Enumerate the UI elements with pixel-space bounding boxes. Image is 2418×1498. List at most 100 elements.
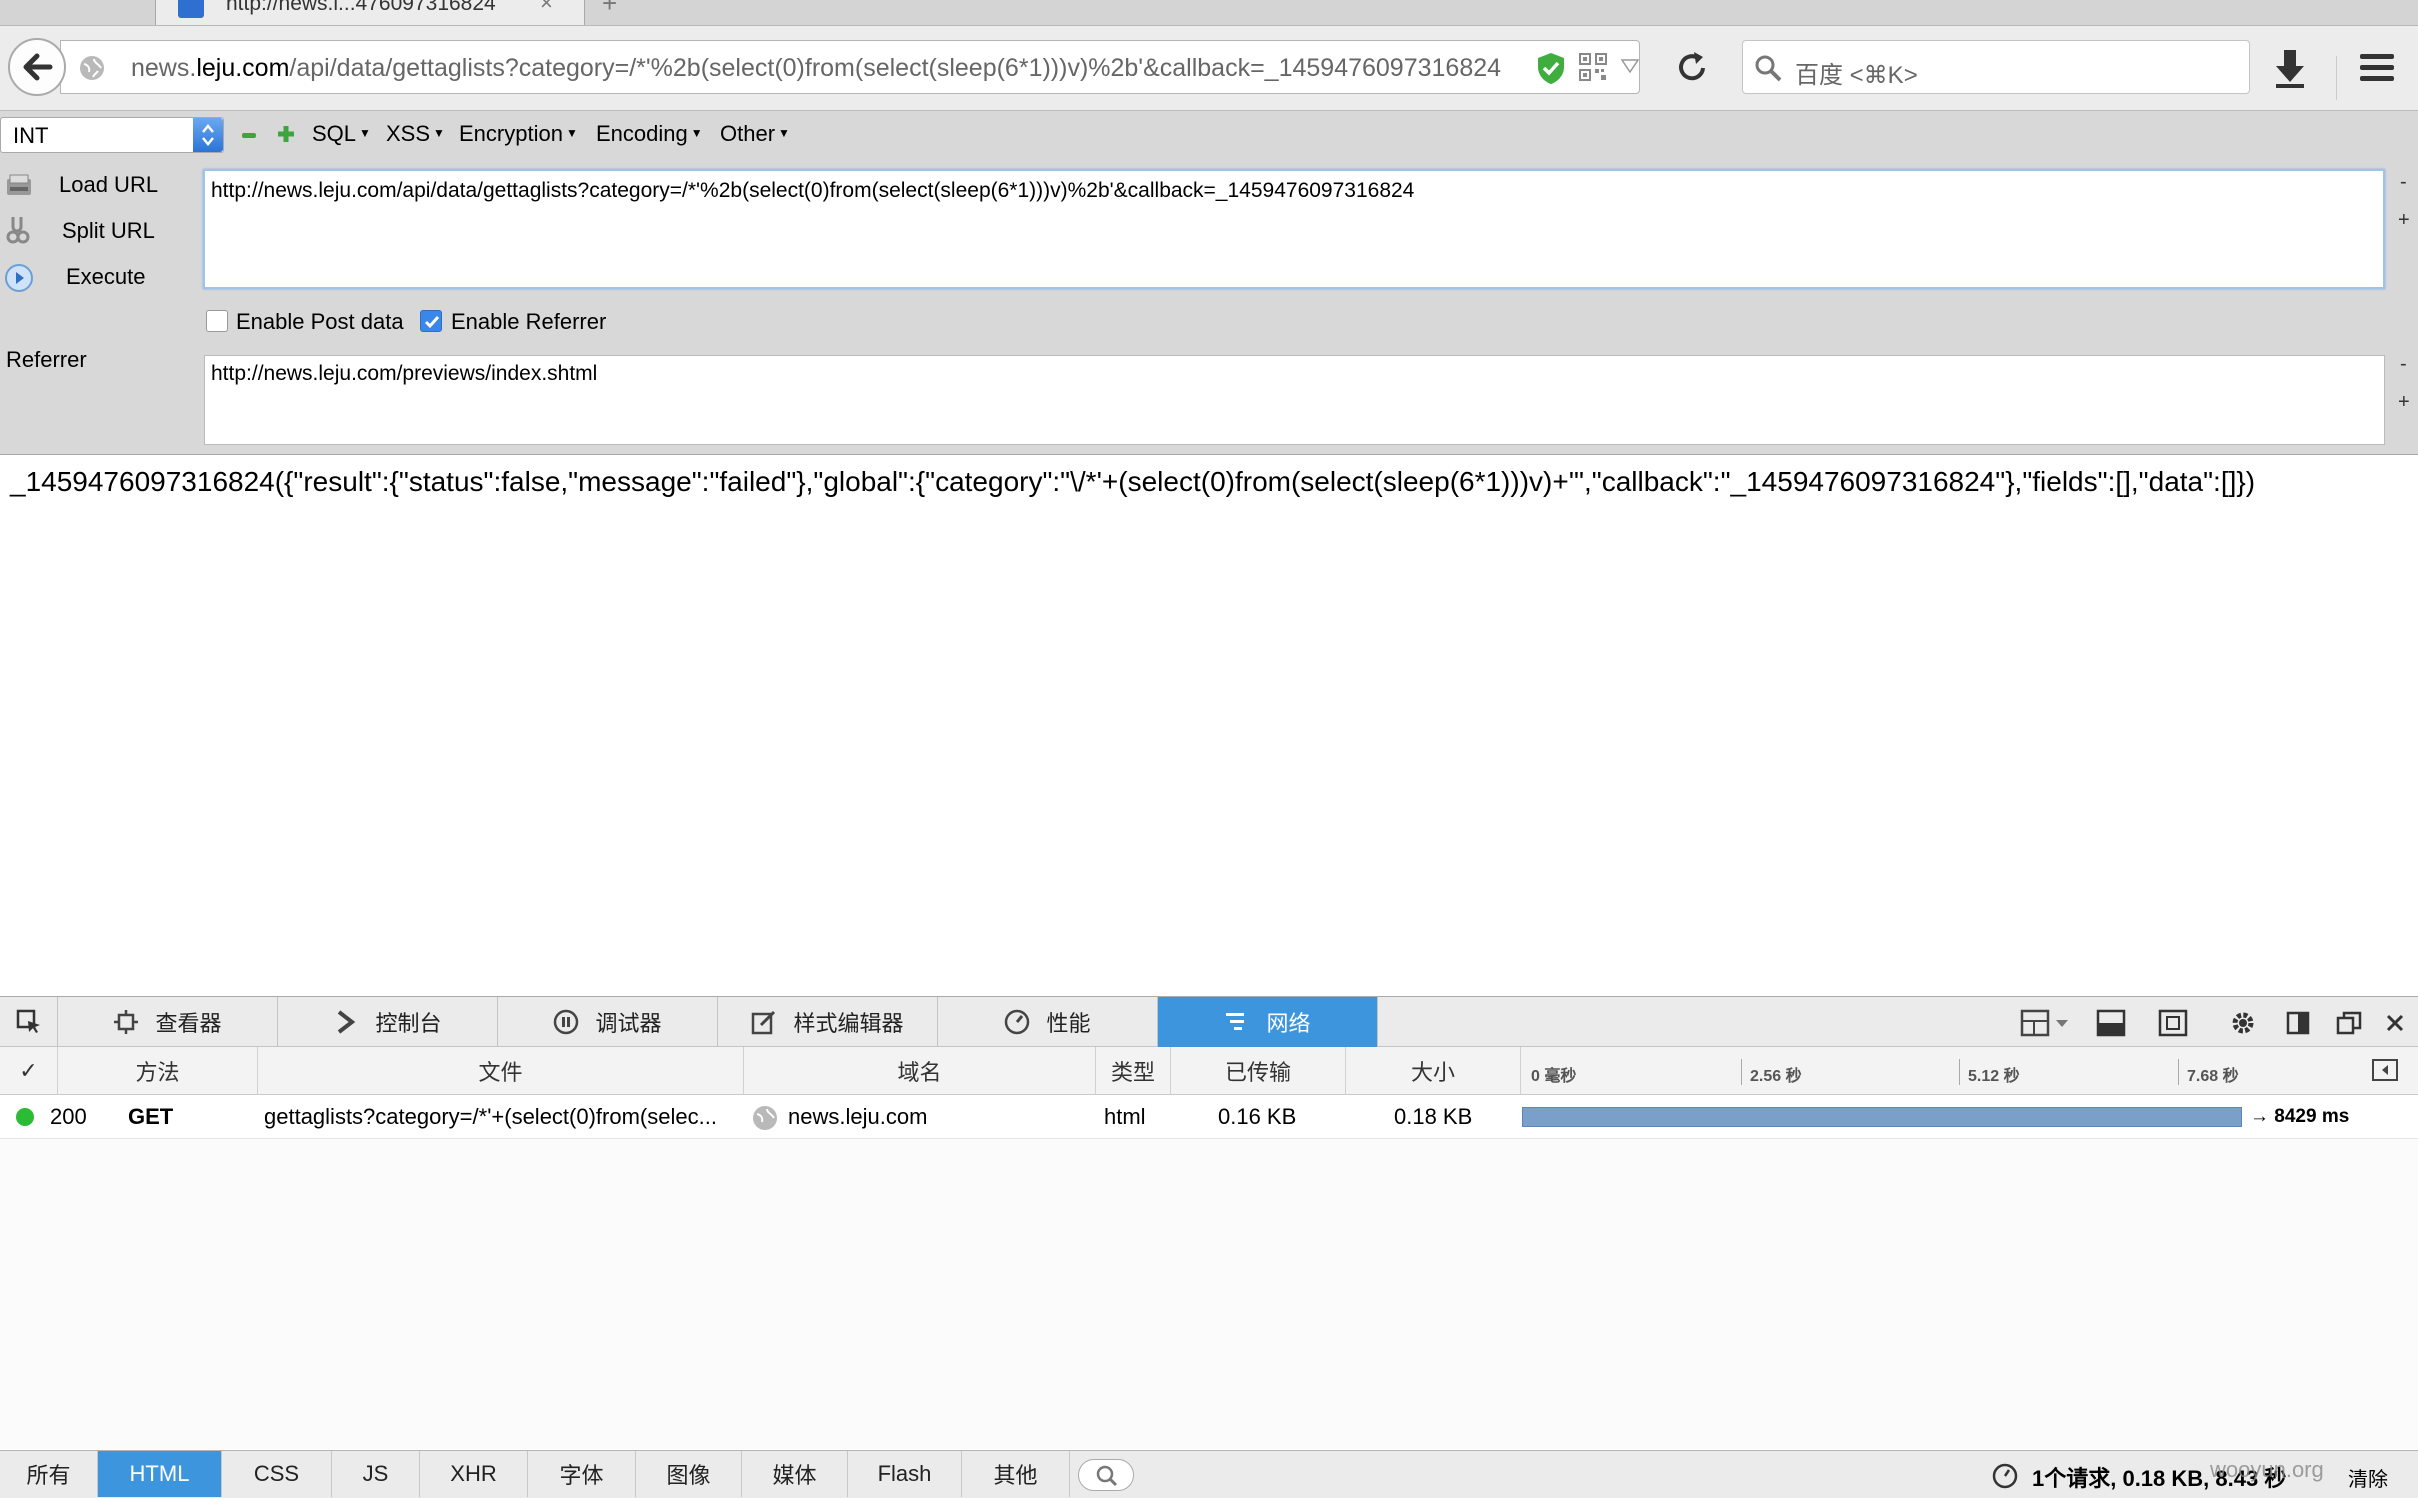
timeline-tick-3: 7.68 秒 [2187, 1068, 2239, 1085]
menu-sql[interactable]: SQL ▼ [312, 121, 371, 147]
devtools-toolbar: 查看器 控制台 调试器 样式编辑器 性能 网络 [0, 996, 2418, 1047]
element-picker-button[interactable] [0, 997, 58, 1047]
checkmark-icon [424, 316, 440, 329]
settings-gear-icon[interactable] [2228, 1009, 2258, 1037]
stopwatch-icon [1992, 1463, 2018, 1489]
column-status[interactable]: ✓ [0, 1047, 58, 1095]
tab-favicon-icon [178, 0, 204, 18]
tab-style-editor[interactable]: 样式编辑器 [718, 997, 938, 1047]
qr-code-icon[interactable] [1579, 53, 1607, 81]
split-console-icon[interactable] [2096, 1009, 2126, 1037]
clear-button[interactable]: 清除 [2348, 1463, 2388, 1492]
load-url-icon [7, 174, 31, 195]
execute-button[interactable]: Execute [66, 264, 146, 290]
referrer-textarea[interactable]: http://news.leju.com/previews/index.shtm… [204, 355, 2385, 445]
column-method[interactable]: 方法 [58, 1047, 258, 1095]
network-request-row[interactable]: 200 GET gettaglists?category=/*'+(select… [0, 1095, 2418, 1139]
close-devtools-icon[interactable] [2380, 1009, 2410, 1037]
inspector-icon [114, 1010, 139, 1034]
search-box[interactable]: 百度 <⌘K> [1742, 40, 2250, 94]
column-type[interactable]: 类型 [1096, 1047, 1171, 1095]
filter-flash[interactable]: Flash [848, 1451, 962, 1497]
url-area-shrink-button[interactable]: - [2400, 171, 2407, 194]
column-size[interactable]: 大小 [1346, 1047, 1521, 1095]
hamburger-menu-icon[interactable] [2356, 48, 2398, 88]
url-path: /api/data/gettaglists?category=/*'%2b(se… [289, 54, 1502, 82]
filter-all[interactable]: 所有 [0, 1451, 98, 1497]
menu-other[interactable]: Other ▼ [720, 121, 790, 147]
network-filter-bar: 所有 HTML CSS JS XHR 字体 图像 媒体 Flash 其他 1个请… [0, 1450, 2418, 1498]
url-textarea[interactable]: http://news.leju.com/api/data/gettaglist… [203, 169, 2385, 289]
increase-icon[interactable] [277, 125, 295, 143]
enable-post-checkbox[interactable] [206, 310, 228, 332]
url-prefix: news. [131, 54, 197, 82]
performance-gauge-icon [1005, 1009, 1030, 1035]
console-chevron-icon [338, 1010, 356, 1034]
network-empty-area [0, 1139, 2418, 1449]
network-column-header: ✓ 方法 文件 域名 类型 已传输 大小 0 毫秒 2.56 秒 5.12 秒 … [0, 1047, 2418, 1095]
tab-debugger[interactable]: 调试器 [498, 997, 718, 1047]
responsive-mode-icon[interactable] [2158, 1009, 2188, 1037]
filter-media[interactable]: 媒体 [742, 1451, 848, 1497]
filter-xhr[interactable]: XHR [420, 1451, 528, 1497]
column-transferred[interactable]: 已传输 [1171, 1047, 1346, 1095]
undock-window-icon[interactable] [2334, 1009, 2364, 1037]
row-type: html [1104, 1104, 1146, 1129]
execute-icon [5, 264, 33, 292]
url-area-grow-button[interactable]: + [2398, 209, 2410, 232]
enable-post-label: Enable Post data [236, 309, 404, 334]
filter-css[interactable]: CSS [222, 1451, 332, 1497]
new-tab-icon[interactable]: + [602, 0, 617, 19]
reload-icon[interactable] [1672, 48, 1712, 88]
tab-inspector[interactable]: 查看器 [58, 997, 278, 1047]
shield-icon[interactable] [1536, 51, 1566, 85]
tab-console[interactable]: 控制台 [278, 997, 498, 1047]
timeline-tick-2: 5.12 秒 [1968, 1068, 2020, 1085]
dropdown-triangle-icon[interactable] [1621, 59, 1639, 73]
timeline-tick-line [1959, 1059, 1960, 1085]
split-url-button[interactable]: Split URL [62, 218, 155, 244]
filter-js[interactable]: JS [332, 1451, 420, 1497]
load-url-button[interactable]: Load URL [59, 172, 158, 198]
menu-encryption[interactable]: Encryption ▼ [459, 121, 578, 147]
select-arrows-icon [193, 118, 223, 152]
toggle-sidebar-icon[interactable] [2372, 1059, 2398, 1081]
split-url-icon [6, 217, 30, 244]
tab-close-icon[interactable]: × [540, 0, 553, 16]
timeline-tick-line [1741, 1059, 1742, 1085]
filter-fonts[interactable]: 字体 [528, 1451, 636, 1497]
timeline-tick-1: 2.56 秒 [1750, 1068, 1802, 1085]
tab-performance[interactable]: 性能 [938, 997, 1158, 1047]
url-bar[interactable]: news.leju.com/api/data/gettaglists?categ… [60, 40, 1640, 94]
menu-encoding[interactable]: Encoding ▼ [596, 121, 703, 147]
network-icon [1226, 1013, 1245, 1030]
type-select[interactable]: INT [0, 117, 224, 153]
filter-search-button[interactable] [1078, 1459, 1134, 1491]
layout-options-icon[interactable] [2020, 1009, 2074, 1037]
row-duration: → 8429 ms [2250, 1106, 2350, 1127]
referrer-grow-button[interactable]: + [2398, 391, 2410, 414]
row-domain: news.leju.com [788, 1104, 928, 1129]
menu-xss[interactable]: XSS ▼ [386, 121, 445, 147]
filter-other[interactable]: 其他 [962, 1451, 1070, 1497]
dock-side-icon[interactable] [2284, 1009, 2314, 1037]
filter-html[interactable]: HTML [98, 1451, 222, 1497]
referrer-shrink-button[interactable]: - [2400, 353, 2407, 376]
column-file[interactable]: 文件 [258, 1047, 744, 1095]
navigation-toolbar: news.leju.com/api/data/gettaglists?categ… [0, 26, 2418, 110]
search-icon [1755, 55, 1782, 82]
tab-network[interactable]: 网络 [1158, 997, 1378, 1047]
row-transferred: 0.16 KB [1218, 1104, 1297, 1129]
enable-referrer-checkbox[interactable] [420, 310, 442, 332]
referrer-value: http://news.leju.com/previews/index.shtm… [211, 362, 598, 385]
back-button[interactable] [8, 38, 66, 96]
column-domain[interactable]: 域名 [744, 1047, 1096, 1095]
response-body: _1459476097316824({"result":{"status":fa… [10, 466, 2256, 497]
search-placeholder: 百度 <⌘K> [1795, 62, 1918, 89]
toolbar-separator [2336, 56, 2337, 100]
hackbar-panel: INT SQL ▼ XSS ▼ Encryption ▼ Encoding ▼ Othe… [0, 110, 2418, 455]
back-arrow-icon [23, 53, 53, 81]
filter-images[interactable]: 图像 [636, 1451, 742, 1497]
decrease-icon[interactable] [242, 133, 256, 138]
download-icon[interactable] [2270, 46, 2310, 90]
